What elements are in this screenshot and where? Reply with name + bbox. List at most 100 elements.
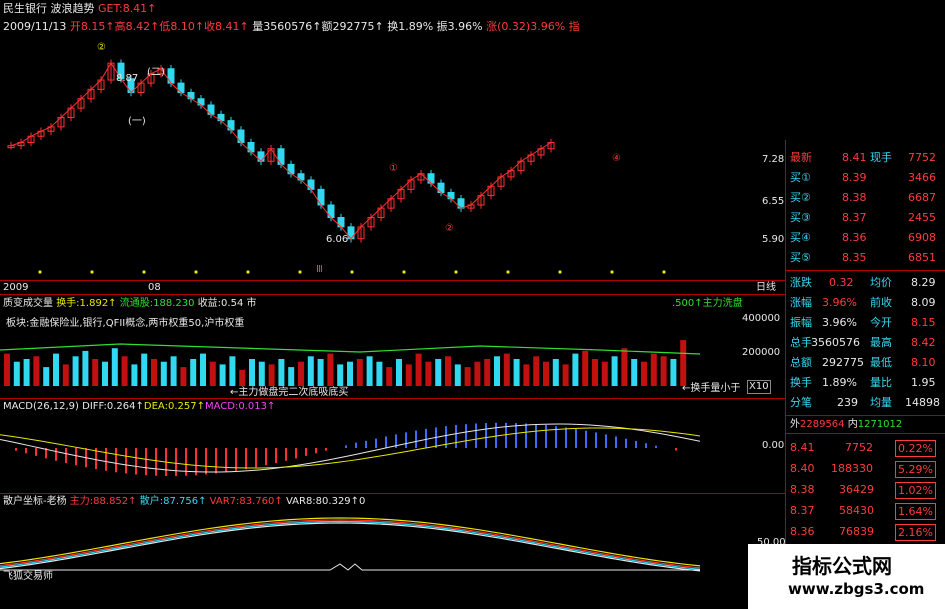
- volume-bar: [72, 356, 79, 386]
- stat-label: 量比: [870, 376, 892, 389]
- volume-title[interactable]: 质变成交量: [3, 298, 53, 309]
- quote-stats: 涨跌 0.32 均价 8.29 涨幅 3.96% 前收 8.09 振幅 3.96% 今开 8.15…: [787, 273, 945, 415]
- volume-bar: [552, 359, 559, 386]
- sector-tags: 板块:金融保险业,银行,QFII概念,两市权重50,沪市权重: [6, 318, 245, 329]
- volume-bar: [249, 359, 255, 386]
- volume-bar: [268, 364, 275, 386]
- volume-bar: [582, 350, 589, 386]
- macd-dea: DEA:0.257↑: [143, 401, 205, 412]
- bid-row[interactable]: 买⑤ 8.35 6851: [787, 248, 942, 268]
- volume-bar: [680, 340, 687, 386]
- stat-label: 总额: [790, 356, 812, 369]
- bid-vol: 3466: [908, 171, 936, 184]
- stat-label: 涨幅: [790, 296, 812, 309]
- retail-var7: VAR7:83.760↑: [209, 496, 283, 507]
- signal-dot: [298, 270, 302, 274]
- price-tick: 7.28: [762, 154, 785, 165]
- volume-bar: [141, 353, 148, 386]
- stat-label: 总手: [790, 336, 812, 349]
- order-book[interactable]: 最新 8.41 现手 7752 买① 8.39 3466 买② 8.38 668…: [787, 148, 945, 266]
- retail-var8: VAR8:80.329↑0: [285, 496, 366, 507]
- stat-value: 3560576: [811, 336, 860, 349]
- volume-bar: [288, 367, 295, 386]
- quote-divider: [786, 270, 945, 271]
- peak-label: 8.87: [116, 73, 139, 84]
- volume-bar: [160, 361, 167, 386]
- axis-divider: [0, 280, 785, 281]
- stat-label: 最低: [870, 356, 892, 369]
- volume-bar: [415, 353, 422, 386]
- volume-bar: [298, 361, 304, 386]
- volume-bar: [670, 359, 677, 386]
- volume-bar: [102, 361, 108, 386]
- volume-bar: [43, 367, 50, 386]
- tick-pct: 1.02%: [895, 482, 936, 499]
- signal-dot: [142, 270, 146, 274]
- volume-bar: [13, 361, 20, 386]
- volume-bar: [258, 361, 265, 386]
- stat-value: 3.96%: [822, 316, 857, 329]
- stat-value: 0.32: [829, 276, 854, 289]
- outer-value: 2289564: [800, 419, 845, 430]
- volume-bar: [92, 359, 99, 386]
- tick-row[interactable]: 8.41 7752 0.22%: [787, 437, 942, 458]
- header-line-1: 民生银行 波浪趋势 GET:8.41↑: [3, 2, 156, 15]
- bid-row[interactable]: 买③ 8.37 2455: [787, 208, 942, 228]
- tick-price: 8.36: [790, 525, 815, 538]
- wave-label: (二): [147, 67, 165, 78]
- volume-bar: [533, 356, 540, 386]
- period-label[interactable]: 日线: [756, 282, 776, 294]
- volume-bar: [82, 350, 89, 386]
- retail-title[interactable]: 散户坐标-老杨: [3, 496, 67, 507]
- signal-dot: [454, 270, 458, 274]
- volume-return: 收益:0.54 市: [197, 298, 257, 309]
- volume-bar: [660, 356, 667, 386]
- bid-row[interactable]: 买① 8.39 3466: [787, 168, 942, 188]
- macd-chart: [0, 422, 700, 476]
- tick-row[interactable]: 8.40 188330 5.29%: [787, 458, 942, 479]
- volume-bar: [484, 359, 491, 386]
- volume-tick: 200000: [742, 347, 781, 358]
- header-amount: 额292775↑: [321, 20, 384, 33]
- tick-row[interactable]: 8.38 36429 1.02%: [787, 479, 942, 500]
- signal-dot: [194, 270, 198, 274]
- volume-bar: [356, 359, 363, 386]
- stat-value: 3.96%: [822, 296, 857, 309]
- panel-divider: [0, 398, 785, 399]
- volume-bar: [454, 364, 461, 386]
- stat-label: 分笔: [790, 396, 812, 409]
- indicator-name[interactable]: 波浪趋势: [51, 2, 95, 15]
- volume-bar: [601, 361, 608, 386]
- watermark: 指标公式网 www.zbgs3.com: [748, 544, 945, 609]
- candle: [277, 148, 285, 165]
- volume-bar: [513, 359, 520, 386]
- current-vol-label: 现手: [870, 151, 892, 164]
- stat-value: 1.89%: [822, 376, 857, 389]
- retail-main: 主力:88.852↑: [69, 496, 137, 507]
- retail-line: [0, 519, 700, 569]
- stock-name[interactable]: 民生银行: [3, 2, 47, 15]
- signal-dot: [402, 270, 406, 274]
- retail-footer: 飞狐交易师: [3, 571, 53, 582]
- scale-button[interactable]: X10: [747, 380, 771, 394]
- stat-value: 292775: [822, 356, 864, 369]
- header-tail: 指: [568, 20, 580, 33]
- signal-dot: [90, 270, 94, 274]
- tick-row[interactable]: 8.37 58430 1.64%: [787, 500, 942, 521]
- tick-row[interactable]: 8.36 76839 2.16%: [787, 521, 942, 542]
- tick-vol: 188330: [831, 462, 873, 475]
- kline-chart[interactable]: [0, 35, 760, 280]
- volume-bar: [62, 364, 69, 386]
- stat-label: 换手: [790, 376, 812, 389]
- volume-bar: [337, 364, 344, 386]
- bid-label: 买④: [790, 231, 811, 244]
- volume-bar: [592, 359, 598, 386]
- bid-row[interactable]: 买④ 8.36 6908: [787, 228, 942, 248]
- volume-tick: 400000: [742, 313, 781, 324]
- bid-row[interactable]: 买② 8.38 6687: [787, 188, 942, 208]
- macd-title[interactable]: MACD(26,12,9): [3, 401, 79, 412]
- volume-bar: [347, 361, 353, 386]
- volume-bar: [317, 359, 324, 386]
- tick-price: 8.37: [790, 504, 815, 517]
- inner-value: 1271012: [857, 419, 903, 430]
